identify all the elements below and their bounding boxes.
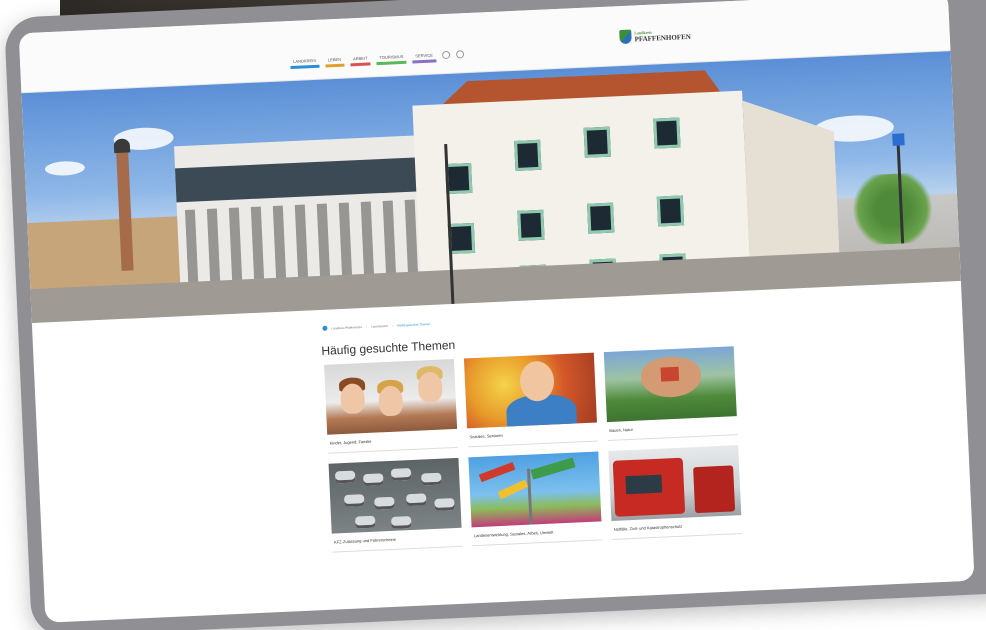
hero-image xyxy=(21,51,961,324)
fire-trucks-photo xyxy=(608,445,742,521)
nav-arbeit[interactable]: ARBEIT xyxy=(349,53,371,67)
main-navigation: LANDKREIS LEBEN ARBEIT TOURISMUS SERVICE xyxy=(290,49,464,70)
topic-tile-soziales[interactable]: Soziales, Senioren xyxy=(463,352,598,448)
children-photo xyxy=(324,358,458,435)
topic-tile-notfaelle[interactable]: Notfälle, Zivil- und Katastrophenschutz xyxy=(608,445,743,540)
logo-text: Landkreis PFAFFENHOFEN xyxy=(634,27,691,44)
topic-tile-kfz[interactable]: KFZ-Zulassung und Führerscheine xyxy=(328,457,463,553)
logo-line2: PFAFFENHOFEN xyxy=(634,32,692,44)
hands-house-photo xyxy=(603,346,737,423)
page-title: Häufig gesuchte Themen xyxy=(321,337,456,358)
accessibility-icon[interactable] xyxy=(455,50,464,59)
house-icon xyxy=(660,366,680,382)
nav-landkreis[interactable]: LANDKREIS xyxy=(290,55,320,70)
parking-cars-photo xyxy=(328,457,462,534)
photo-scene: LANDKREIS LEBEN ARBEIT TOURISMUS SERVICE… xyxy=(0,0,986,630)
topic-grid: Kinder, Jugend, Familie Soziales, Senior… xyxy=(324,346,752,553)
nav-leben[interactable]: LEBEN xyxy=(324,54,345,68)
breadcrumb-separator: › xyxy=(366,324,368,329)
breadcrumb-current: Häufig gesuchte Themen xyxy=(396,321,431,327)
trees xyxy=(846,171,940,246)
senior-woman-photo xyxy=(463,352,597,429)
nav-service[interactable]: SERVICE xyxy=(412,50,437,64)
breadcrumb-item[interactable]: Landratsamt xyxy=(371,323,388,328)
topic-tile-bauen[interactable]: Bauen, Natur xyxy=(603,346,738,442)
breadcrumb: Landkreis Pfaffenhofen › Landratsamt › H… xyxy=(322,321,430,331)
topic-tile-kinder[interactable]: Kinder, Jugend, Familie xyxy=(324,358,458,454)
browser-viewport: LANDKREIS LEBEN ARBEIT TOURISMUS SERVICE… xyxy=(18,0,975,623)
site-logo[interactable]: Landkreis PFAFFENHOFEN xyxy=(619,27,691,45)
umwelt-signs-photo xyxy=(468,451,602,528)
cloud xyxy=(44,160,86,177)
breadcrumb-item[interactable]: Landkreis Pfaffenhofen xyxy=(331,325,362,330)
coat-of-arms-icon xyxy=(619,29,632,45)
topic-tile-umwelt[interactable]: Landesentwicklung, Soziales, Arbeit, Umw… xyxy=(468,451,603,547)
tablet-device: LANDKREIS LEBEN ARBEIT TOURISMUS SERVICE… xyxy=(4,0,986,630)
crosswalk-sign-icon xyxy=(892,133,905,146)
search-icon[interactable] xyxy=(441,50,451,60)
home-icon[interactable] xyxy=(322,325,328,331)
nav-tourismus[interactable]: TOURISMUS xyxy=(376,51,407,66)
breadcrumb-separator: › xyxy=(391,323,393,328)
